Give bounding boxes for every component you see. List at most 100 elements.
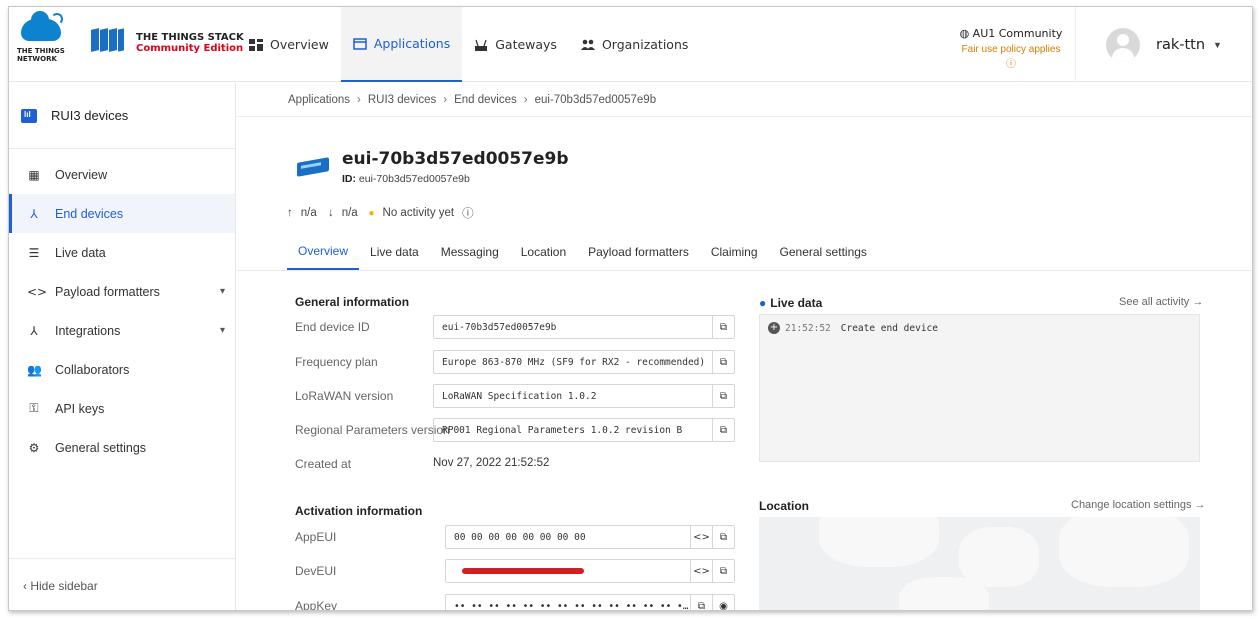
tab-payload-formatters[interactable]: Payload formatters xyxy=(577,233,700,270)
nav-gateways[interactable]: Gateways xyxy=(462,7,569,82)
copy-icon[interactable]: ⧉ xyxy=(712,419,734,441)
field-deveui: DevEUI <> ⧉ xyxy=(295,559,735,583)
tab-live-data[interactable]: Live data xyxy=(359,233,430,270)
byte-order-icon[interactable]: <> xyxy=(690,560,712,582)
downlink-icon: ↓ xyxy=(324,207,334,219)
hide-sidebar-button[interactable]: ‹ Hide sidebar xyxy=(9,558,235,610)
live-dot-icon: ● xyxy=(759,296,767,310)
chevron-down-icon[interactable]: ▾ xyxy=(220,286,225,297)
cloud-icon xyxy=(21,11,63,41)
list-item[interactable]: + 21:52:52 Create end device xyxy=(768,322,938,334)
field-value xyxy=(446,566,690,577)
globe-icon: ◍ xyxy=(959,27,970,40)
regional-parameters-field[interactable]: RP001 Regional Parameters 1.0.2 revision… xyxy=(433,418,735,442)
deveui-field[interactable]: <> ⧉ xyxy=(445,559,735,583)
sidebar-item-label: Live data xyxy=(55,245,106,260)
copy-icon[interactable]: ⧉ xyxy=(690,595,712,610)
help-icon: ⓘ xyxy=(1006,59,1016,70)
device-icon xyxy=(295,154,331,178)
change-location-link[interactable]: Change location settings → xyxy=(1071,499,1206,511)
uplink-count: n/a xyxy=(300,207,317,219)
sidebar-item-label: End devices xyxy=(55,206,124,221)
tab-overview[interactable]: Overview xyxy=(287,233,360,270)
sidebar-item-collaborators[interactable]: 👥 Collaborators xyxy=(9,350,235,389)
tab-messaging[interactable]: Messaging xyxy=(430,233,510,270)
breadcrumb-applications[interactable]: Applications xyxy=(288,94,350,106)
code-icon: <> xyxy=(27,284,48,299)
location-map[interactable] xyxy=(759,517,1200,610)
cluster-selector[interactable]: ◍ AU1 Community Fair use policy applies … xyxy=(956,27,1066,70)
sidebar-item-label: API keys xyxy=(55,401,105,416)
device-stats: ↑ n/a ↓ n/a ● No activity yet ⓘ xyxy=(287,205,474,221)
sidebar-item-overview[interactable]: ▦ Overview xyxy=(9,155,235,194)
see-all-activity-link[interactable]: See all activity → xyxy=(1119,296,1203,308)
field-label: AppEUI xyxy=(295,530,337,544)
tab-general-settings[interactable]: General settings xyxy=(769,233,878,270)
field-label: Regional Parameters version xyxy=(295,423,450,437)
field-value: 00 00 00 00 00 00 00 00 xyxy=(454,531,586,543)
sidebar-app-header[interactable]: RUI3 devices xyxy=(9,83,235,149)
field-label: AppKey xyxy=(295,599,338,611)
field-value: eui-70b3d57ed0057e9b xyxy=(442,321,557,333)
ttn-logo-line2: NETWORK xyxy=(17,55,57,63)
nav-overview[interactable]: Overview xyxy=(237,7,341,82)
chevron-down-icon[interactable]: ▾ xyxy=(220,325,225,336)
end-devices-icon: ⅄ xyxy=(30,206,38,221)
breadcrumb: Applications › RUI3 devices › End device… xyxy=(237,83,1252,117)
stack-logo-icon[interactable] xyxy=(91,28,125,52)
sidebar: RUI3 devices ▦ Overview ⅄ End devices ☰ … xyxy=(9,83,236,610)
copy-icon[interactable]: ⧉ xyxy=(712,560,734,582)
sidebar-nav: ▦ Overview ⅄ End devices ☰ Live data <> … xyxy=(9,155,235,467)
field-appeui: AppEUI 00 00 00 00 00 00 00 00 <> ⧉ xyxy=(295,525,735,549)
lorawan-version-field[interactable]: LoRaWAN Specification 1.0.2 ⧉ xyxy=(433,384,735,408)
byte-order-icon[interactable]: <> xyxy=(690,526,712,548)
cluster-name: AU1 Community xyxy=(972,27,1063,40)
copy-icon[interactable]: ⧉ xyxy=(712,351,734,373)
sidebar-item-live-data[interactable]: ☰ Live data xyxy=(9,233,235,272)
chevron-right-icon: › xyxy=(523,93,528,106)
sidebar-item-integrations[interactable]: ⅄ Integrations ▾ xyxy=(9,311,235,350)
status-dot-icon: ● xyxy=(365,207,375,219)
sidebar-item-end-devices[interactable]: ⅄ End devices xyxy=(9,194,235,233)
copy-icon[interactable]: ⧉ xyxy=(712,385,734,407)
eye-icon[interactable]: ◉ xyxy=(712,595,734,610)
application-icon xyxy=(21,108,37,123)
fair-use-link[interactable]: Fair use policy applies xyxy=(962,44,1061,55)
nav-organizations[interactable]: Organizations xyxy=(569,7,700,82)
sidebar-item-payload-formatters[interactable]: <> Payload formatters ▾ xyxy=(9,272,235,311)
copy-icon[interactable]: ⧉ xyxy=(712,526,734,548)
breadcrumb-application[interactable]: RUI3 devices xyxy=(368,94,436,106)
app-window: THE THINGS NETWORK THE THINGS STACK Comm… xyxy=(8,6,1253,611)
top-nav: Overview Applications Gateways Organizat… xyxy=(237,7,700,82)
field-value: RP001 Regional Parameters 1.0.2 revision… xyxy=(442,424,683,436)
tab-location[interactable]: Location xyxy=(510,233,577,270)
username: rak-ttn xyxy=(1156,36,1206,53)
end-device-id-field[interactable]: eui-70b3d57ed0057e9b ⧉ xyxy=(433,315,735,339)
nav-overview-label: Overview xyxy=(270,37,329,52)
sidebar-item-label: Overview xyxy=(55,167,108,182)
sidebar-item-general-settings[interactable]: ⚙ General settings xyxy=(9,428,235,467)
appeui-field[interactable]: 00 00 00 00 00 00 00 00 <> ⧉ xyxy=(445,525,735,549)
field-value: LoRaWAN Specification 1.0.2 xyxy=(442,390,597,402)
stack-title[interactable]: THE THINGS STACK Community Edition xyxy=(136,32,244,54)
appkey-field[interactable]: •• •• •• •• •• •• •• •• •• •• •• •• •• •… xyxy=(445,594,735,610)
sidebar-item-api-keys[interactable]: ⚿ API keys xyxy=(9,389,235,428)
copy-icon[interactable]: ⧉ xyxy=(712,316,734,338)
tab-claiming[interactable]: Claiming xyxy=(700,233,769,270)
nav-applications-label: Applications xyxy=(373,36,451,51)
device-id: ID: eui-70b3d57ed0057e9b xyxy=(342,173,470,185)
live-data-title-text: Live data xyxy=(770,296,823,310)
chevron-down-icon: ▼ xyxy=(1213,39,1222,50)
gateway-icon xyxy=(474,39,488,51)
map-land xyxy=(1059,517,1189,587)
chevron-left-icon: ‹ xyxy=(23,579,31,593)
device-tabs: Overview Live data Messaging Location Pa… xyxy=(287,233,1252,270)
nav-applications[interactable]: Applications xyxy=(340,7,463,82)
ttn-logo[interactable]: THE THINGS NETWORK xyxy=(17,11,65,69)
user-menu[interactable]: rak-ttn ▼ xyxy=(1075,7,1252,82)
plus-icon: + xyxy=(768,322,780,334)
tab-divider xyxy=(237,270,1252,271)
breadcrumb-end-devices[interactable]: End devices xyxy=(454,94,517,106)
uplink-icon: ↑ xyxy=(287,207,293,219)
frequency-plan-field[interactable]: Europe 863-870 MHz (SF9 for RX2 - recomm… xyxy=(433,350,735,374)
